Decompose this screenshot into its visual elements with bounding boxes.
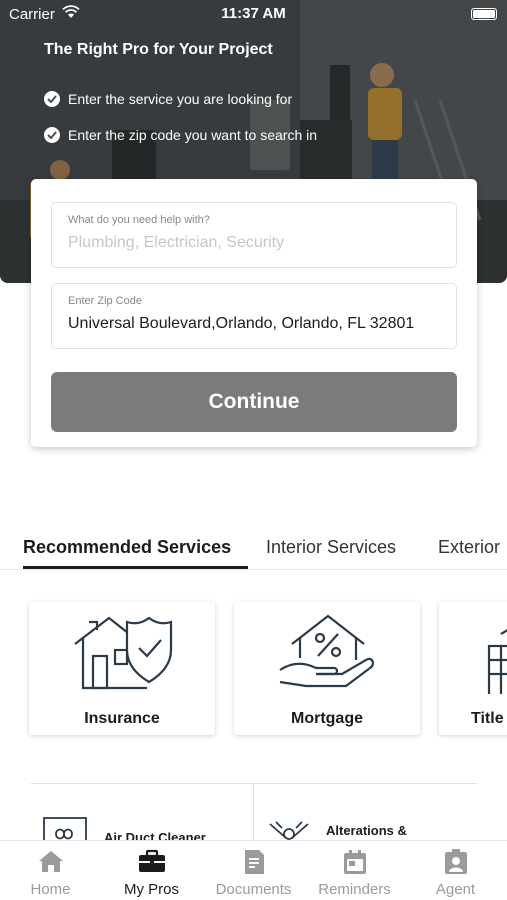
hero-step-text: Enter the zip code you want to search in: [68, 127, 318, 143]
service-card-title[interactable]: Title: [439, 602, 507, 735]
hero-step-text: Enter the service you are looking for: [68, 91, 293, 107]
active-tab-indicator: [23, 566, 248, 569]
list-item-label: Alterations &: [326, 823, 407, 838]
tab-label: Reminders: [318, 881, 391, 898]
search-card: What do you need help with? Plumbing, El…: [31, 179, 477, 447]
service-search-field[interactable]: What do you need help with? Plumbing, El…: [51, 202, 457, 268]
document-icon: [439, 610, 507, 694]
hero-step-2: Enter the zip code you want to search in: [44, 127, 317, 143]
briefcase-icon: [101, 849, 202, 875]
zip-code-field[interactable]: Enter Zip Code Universal Boulevard,Orlan…: [51, 283, 457, 349]
status-bar: Carrier 11:37 AM: [0, 0, 507, 28]
hero-title: The Right Pro for Your Project: [44, 41, 273, 58]
tab-label: Documents: [215, 881, 292, 898]
agent-badge-icon: [405, 849, 506, 875]
divider: [31, 783, 477, 784]
service-card-label: Title: [471, 710, 504, 727]
tab-label: Home: [30, 881, 71, 898]
house-shield-icon: [29, 610, 215, 694]
service-field-label: What do you need help with?: [68, 214, 210, 226]
service-card-label: Mortgage: [291, 710, 363, 727]
clock: 11:37 AM: [221, 5, 286, 22]
tab-exterior-services[interactable]: Exterior: [438, 537, 500, 558]
tab-my-pros[interactable]: My Pros: [101, 841, 202, 900]
check-circle-icon: [44, 127, 60, 143]
service-field-placeholder[interactable]: Plumbing, Electrician, Security: [68, 234, 284, 252]
service-card-label: Insurance: [84, 710, 160, 727]
zip-field-label: Enter Zip Code: [68, 295, 142, 307]
tab-home[interactable]: Home: [0, 841, 101, 900]
divider: [253, 784, 254, 844]
document-icon: [203, 849, 304, 875]
tab-label: My Pros: [123, 881, 179, 898]
tab-label: Agent: [435, 881, 476, 898]
zip-field-value[interactable]: Universal Boulevard,Orlando, Orlando, FL…: [68, 315, 414, 333]
service-card-insurance[interactable]: Insurance: [29, 602, 215, 735]
home-icon: [0, 849, 101, 875]
bottom-tab-bar: Home My Pros Documents Reminders Agent: [0, 840, 507, 900]
tab-documents[interactable]: Documents: [203, 841, 304, 900]
tab-interior-services[interactable]: Interior Services: [266, 537, 396, 558]
battery-icon: [471, 8, 497, 20]
hand-house-percent-icon: [234, 610, 420, 694]
tab-reminders[interactable]: Reminders: [304, 841, 405, 900]
calendar-icon: [304, 849, 405, 875]
service-card-mortgage[interactable]: Mortgage: [234, 602, 420, 735]
tab-agent[interactable]: Agent: [405, 841, 506, 900]
screen: Carrier 11:37 AM The Right Pro for Your …: [0, 0, 507, 900]
continue-button[interactable]: Continue: [51, 372, 457, 432]
check-circle-icon: [44, 91, 60, 107]
hero-step-1: Enter the service you are looking for: [44, 91, 292, 107]
tab-recommended-services[interactable]: Recommended Services: [23, 537, 231, 558]
service-category-tabs: Recommended Services Interior Services E…: [0, 526, 507, 570]
